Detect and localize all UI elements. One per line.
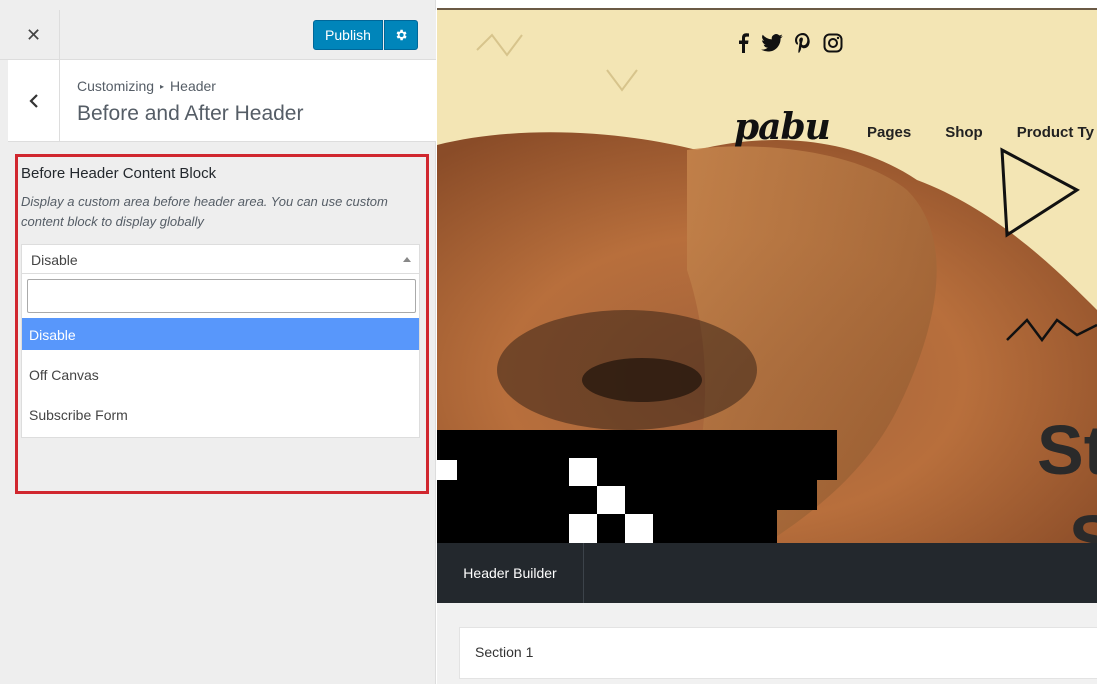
main-nav: Pages Shop Product Ty [867,124,1094,141]
nav-item-product-types[interactable]: Product Ty [1017,124,1094,141]
option-subscribe-form[interactable]: Subscribe Form [22,398,419,430]
breadcrumb: Customizing ▸ Header [77,78,216,94]
section-row[interactable]: Section 1 [459,627,1097,679]
header-builder-panel: Section 1 [437,603,1097,684]
pinterest-icon[interactable] [795,32,811,54]
instagram-icon[interactable] [823,32,843,54]
section-title: Before and After Header [77,102,304,125]
site-logo[interactable]: pabu [734,106,831,148]
customizer-topbar: ✕ Publish [0,10,436,60]
facebook-icon[interactable] [737,32,749,54]
chevron-up-icon [403,257,411,262]
dog-photo [437,33,1097,543]
control-label: Before Header Content Block [21,165,217,182]
publish-button[interactable]: Publish [313,20,383,50]
site-preview: pabu Pages Shop Product Ty St S Header B… [437,10,1097,684]
section-header: Customizing ▸ Header Before and After Head… [8,60,436,142]
header-builder-tab[interactable]: Header Builder [437,543,584,603]
chevron-left-icon [28,94,38,108]
hero-heading: St [1037,411,1097,489]
control-description: Display a custom area before header area… [21,194,388,229]
header-builder-bar: Header Builder [437,543,1097,603]
option-disable[interactable]: Disable [22,318,419,350]
nav-item-pages[interactable]: Pages [867,124,911,141]
breadcrumb-root: Customizing [77,78,155,94]
select-value: Disable [31,252,78,268]
breadcrumb-separator: ▸ [160,82,165,91]
nav-item-shop[interactable]: Shop [945,124,983,141]
option-off-canvas[interactable]: Off Canvas [22,358,419,390]
hero-heading-line2: S [1069,501,1097,543]
close-icon: ✕ [25,24,42,45]
content-block-select[interactable]: Disable [21,244,420,274]
dropdown-search-input[interactable] [27,279,416,313]
social-links [737,32,843,54]
publish-settings-button[interactable] [384,20,418,50]
select-dropdown: Disable Off Canvas Subscribe Form [21,274,420,438]
close-button[interactable]: ✕ [8,10,60,60]
back-button[interactable] [8,60,60,142]
twitter-icon[interactable] [761,32,783,54]
gear-icon [396,29,407,41]
hero-image: pabu Pages Shop Product Ty St S [437,10,1097,543]
breadcrumb-current: Header [170,78,216,94]
